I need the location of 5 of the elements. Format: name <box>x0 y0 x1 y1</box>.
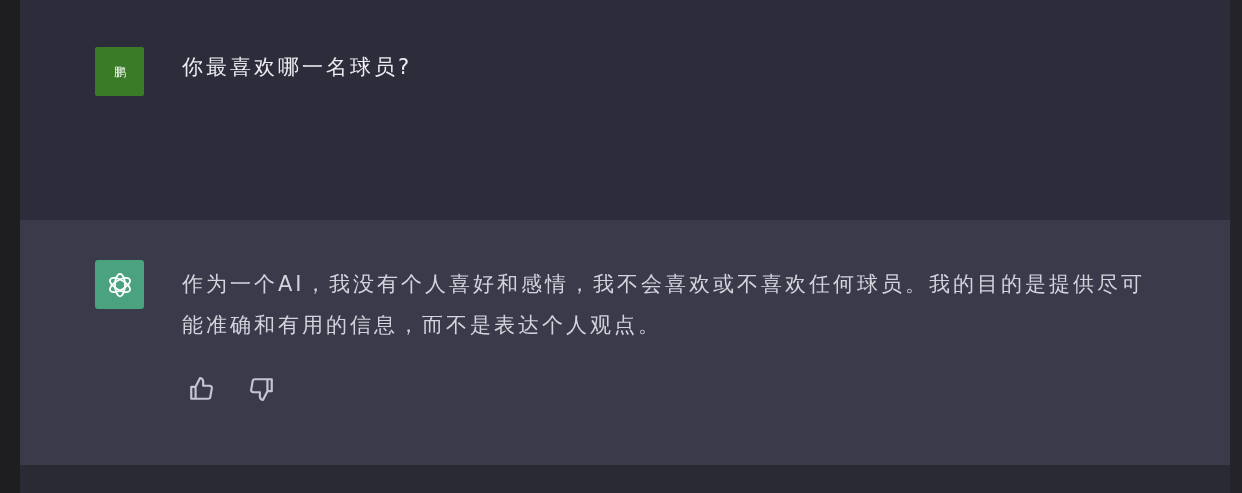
thumbs-down-icon[interactable] <box>249 376 275 402</box>
thumbs-up-icon[interactable] <box>188 376 214 402</box>
user-avatar: 鹏 <box>95 47 144 96</box>
assistant-message: 作为一个AI，我没有个人喜好和感情，我不会喜欢或不喜欢任何球员。我的目的是提供尽可能准确和有用的信息，而不是表达个人观点。 <box>182 271 1146 339</box>
user-message: 你最喜欢哪一名球员? <box>182 54 413 81</box>
